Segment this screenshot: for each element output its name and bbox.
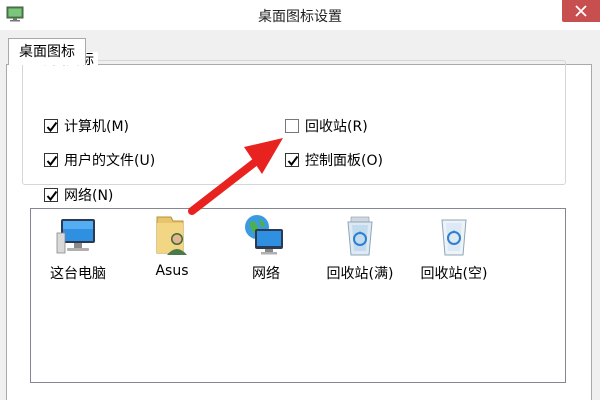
icon-item-asus[interactable]: Asus [127,213,217,279]
window-title: 桌面图标设置 [258,9,342,25]
icon-label: 这台电脑 [50,266,106,282]
checkbox-box[interactable] [44,119,58,133]
icon-label: 回收站(满) [326,266,394,282]
checkbox-label: 计算机(M) [64,119,130,135]
computer-icon [55,213,101,259]
icon-label: 回收站(空) [420,266,488,282]
icon-item-recycle-bin-empty[interactable]: 回收站(空) [409,213,499,283]
checkbox-label: 用户的文件(U) [64,153,156,169]
icon-item-recycle-bin-full[interactable]: 回收站(满) [315,213,405,283]
icon-item-this-pc[interactable]: 这台电脑 [33,213,123,283]
icon-list[interactable]: 这台电脑 Asus 网络 回收站(满) 回收站(空) [30,208,566,383]
recycle-bin-empty-icon [431,213,477,259]
checkbox-box[interactable] [44,188,58,202]
checkbox-user-files[interactable]: 用户的文件(U) [44,150,155,170]
user-folder-icon [149,213,195,259]
title-bar: 桌面图标设置 [0,0,600,30]
checkbox-box[interactable] [285,119,299,133]
checkbox-label: 控制面板(O) [305,153,383,169]
checkbox-control-panel[interactable]: 控制面板(O) [285,150,383,170]
checkbox-box[interactable] [285,153,299,167]
icon-label: 网络 [252,266,280,282]
icon-item-network[interactable]: 网络 [221,213,311,283]
tab-desktop-icons[interactable]: 桌面图标 [8,38,86,65]
checkbox-label: 网络(N) [64,188,114,204]
recycle-bin-full-icon [337,213,383,259]
checkbox-box[interactable] [44,153,58,167]
network-icon [243,213,289,259]
close-icon [575,5,587,17]
checkbox-computer[interactable]: 计算机(M) [44,116,129,136]
checkbox-label: 回收站(R) [305,119,368,135]
checkbox-recycle-bin[interactable]: 回收站(R) [285,116,368,136]
icon-label: Asus [155,263,189,279]
close-button[interactable] [562,0,600,22]
checkbox-network[interactable]: 网络(N) [44,185,113,205]
